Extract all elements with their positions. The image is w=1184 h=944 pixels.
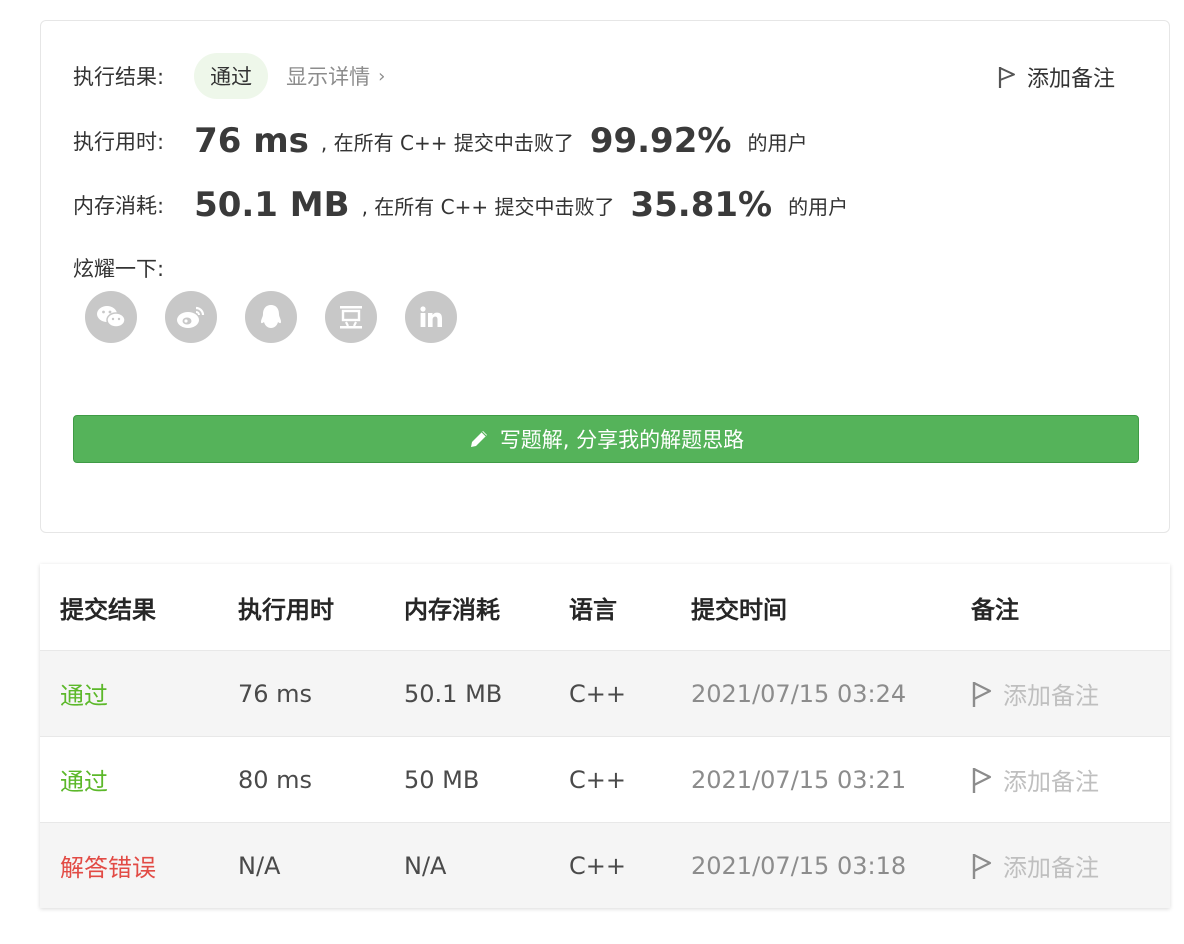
memory-value: 50.1 MB — [194, 185, 350, 225]
qq-icon[interactable] — [245, 291, 297, 343]
memory-label: 内存消耗: — [73, 194, 165, 218]
show-details-link[interactable]: 显示详情 › — [286, 61, 385, 91]
write-solution-button[interactable]: 写题解, 分享我的解题思路 — [73, 415, 1139, 463]
flag-icon — [972, 681, 992, 707]
status-label: 执行结果: — [73, 65, 165, 89]
douban-glyph — [340, 306, 362, 329]
table-row[interactable]: 通过 80 ms 50 MB C++ 2021/07/15 03:21 添加备注 — [40, 736, 1170, 822]
runtime-row: 执行用时: 76 ms , 在所有 C++ 提交中击败了 99.92% 的用户 — [73, 121, 807, 161]
header-status: 提交结果 — [60, 595, 156, 624]
memory-percent: 35.81% — [630, 185, 773, 225]
table-row[interactable]: 解答错误 N/A N/A C++ 2021/07/15 03:18 添加备注 — [40, 822, 1170, 908]
share-icons — [85, 291, 457, 343]
memory-suffix: 的用户 — [788, 194, 849, 219]
header-note: 备注 — [971, 595, 1019, 624]
header-runtime: 执行用时 — [238, 595, 334, 624]
chevron-right-icon: › — [378, 65, 386, 87]
row-runtime: N/A — [238, 851, 281, 880]
add-note-button[interactable]: 添加备注 — [997, 61, 1115, 93]
row-memory: 50 MB — [404, 765, 480, 794]
flag-icon — [972, 767, 992, 793]
flag-icon — [998, 67, 1015, 88]
row-runtime: 76 ms — [238, 679, 313, 708]
row-status-link[interactable]: 解答错误 — [60, 848, 156, 883]
write-solution-label: 写题解, 分享我的解题思路 — [499, 428, 745, 452]
douban-icon[interactable] — [325, 291, 377, 343]
row-add-note-button[interactable]: 添加备注 — [971, 848, 1099, 883]
weibo-glyph — [177, 306, 205, 328]
header-submit-time: 提交时间 — [691, 595, 787, 624]
header-language: 语言 — [569, 595, 617, 624]
row-submit-time: 2021/07/15 03:21 — [691, 765, 907, 794]
row-add-note-label: 添加备注 — [1003, 768, 1099, 796]
qq-glyph — [261, 305, 281, 328]
row-add-note-button[interactable]: 添加备注 — [971, 762, 1099, 797]
table-row[interactable]: 通过 76 ms 50.1 MB C++ 2021/07/15 03:24 添加… — [40, 650, 1170, 736]
row-memory: N/A — [404, 851, 447, 880]
memory-mid-text: , 在所有 C++ 提交中击败了 — [361, 194, 615, 219]
linkedin-icon[interactable] — [405, 291, 457, 343]
runtime-suffix: 的用户 — [747, 130, 808, 155]
add-note-label: 添加备注 — [1026, 67, 1115, 92]
result-card: 执行结果: 通过 显示详情 › 添加备注 执行用时: 76 ms , 在所有 C… — [40, 20, 1170, 533]
flag-icon — [972, 853, 992, 879]
runtime-percent: 99.92% — [589, 121, 732, 161]
weibo-icon[interactable] — [165, 291, 217, 343]
status-badge: 通过 — [194, 53, 269, 99]
linkedin-glyph — [420, 306, 442, 327]
row-language: C++ — [569, 679, 626, 708]
show-details-label: 显示详情 — [286, 65, 371, 89]
runtime-value: 76 ms — [194, 121, 309, 161]
row-add-note-button[interactable]: 添加备注 — [971, 676, 1099, 711]
row-status-link[interactable]: 通过 — [60, 762, 108, 797]
pencil-icon — [470, 431, 487, 447]
wechat-glyph — [97, 306, 126, 328]
row-runtime: 80 ms — [238, 765, 313, 794]
share-label: 炫耀一下: — [73, 257, 165, 281]
row-add-note-label: 添加备注 — [1003, 682, 1099, 710]
row-add-note-label: 添加备注 — [1003, 854, 1099, 882]
status-row: 执行结果: 通过 显示详情 › — [73, 53, 385, 99]
wechat-icon[interactable] — [85, 291, 137, 343]
header-memory: 内存消耗 — [404, 595, 500, 624]
row-language: C++ — [569, 851, 626, 880]
memory-row: 内存消耗: 50.1 MB , 在所有 C++ 提交中击败了 35.81% 的用… — [73, 185, 848, 225]
submissions-table: 提交结果 执行用时 内存消耗 语言 提交时间 备注 通过 76 ms 50.1 … — [40, 564, 1170, 908]
row-submit-time: 2021/07/15 03:24 — [691, 679, 907, 708]
row-status-link[interactable]: 通过 — [60, 676, 108, 711]
row-submit-time: 2021/07/15 03:18 — [691, 851, 907, 880]
runtime-mid-text: , 在所有 C++ 提交中击败了 — [320, 130, 574, 155]
table-header: 提交结果 执行用时 内存消耗 语言 提交时间 备注 — [40, 564, 1170, 650]
share-row-label: 炫耀一下: — [73, 253, 164, 283]
row-language: C++ — [569, 765, 626, 794]
runtime-label: 执行用时: — [73, 130, 165, 154]
row-memory: 50.1 MB — [404, 679, 503, 708]
